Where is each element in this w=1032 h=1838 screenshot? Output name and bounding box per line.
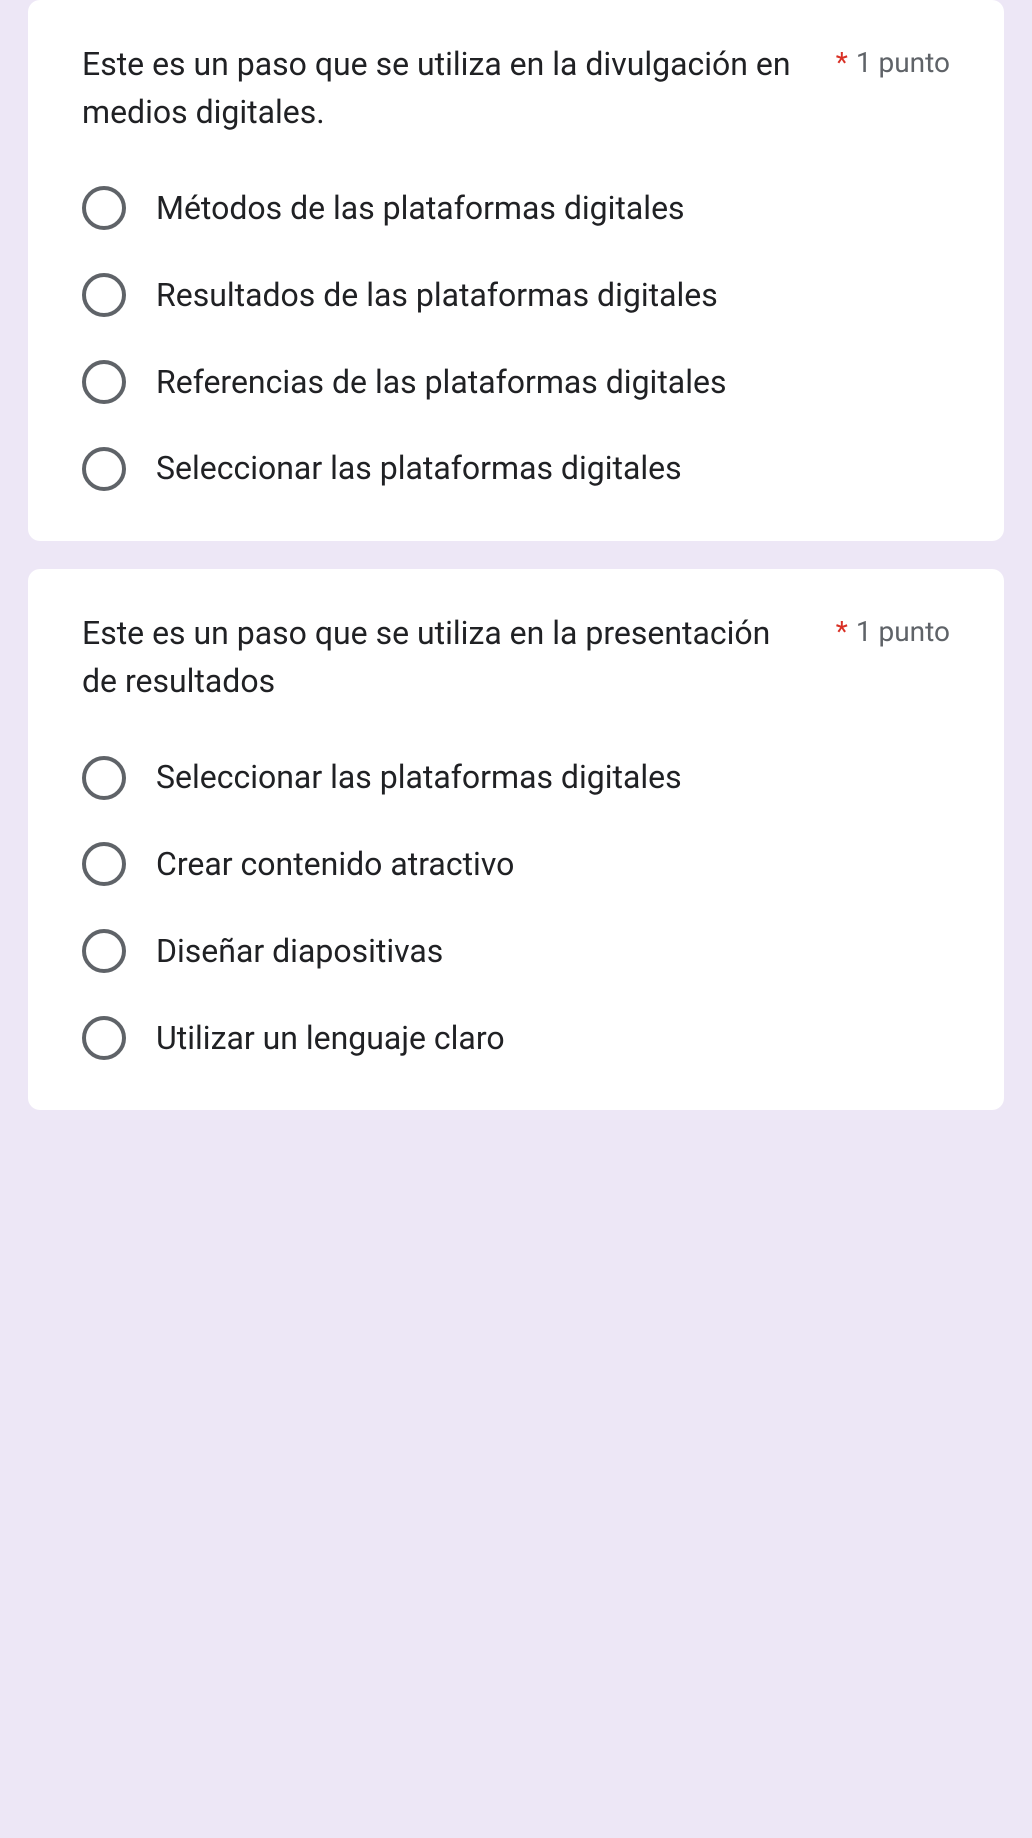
radio-button-icon[interactable]: [82, 756, 126, 800]
option-row[interactable]: Crear contenido atractivo: [82, 842, 950, 887]
required-asterisk: *: [836, 615, 848, 648]
option-label: Utilizar un lenguaje claro: [156, 1016, 505, 1061]
option-row[interactable]: Utilizar un lenguaje claro: [82, 1016, 950, 1061]
option-label: Seleccionar las plataformas digitales: [156, 446, 682, 491]
option-row[interactable]: Diseñar diapositivas: [82, 929, 950, 974]
option-label: Métodos de las plataformas digitales: [156, 186, 685, 231]
radio-button-icon[interactable]: [82, 1016, 126, 1060]
option-row[interactable]: Resultados de las plataformas digitales: [82, 273, 950, 318]
option-label: Crear contenido atractivo: [156, 842, 514, 887]
points-wrapper: * 1 punto: [836, 40, 950, 79]
option-row[interactable]: Seleccionar las plataformas digitales: [82, 446, 950, 491]
option-row[interactable]: Métodos de las plataformas digitales: [82, 186, 950, 231]
points-label: 1 punto: [856, 46, 950, 79]
points-label: 1 punto: [856, 615, 950, 648]
question-header: Este es un paso que se utiliza en la pre…: [82, 609, 950, 705]
option-label: Diseñar diapositivas: [156, 929, 443, 974]
question-header: Este es un paso que se utiliza en la div…: [82, 40, 950, 136]
question-title: Este es un paso que se utiliza en la pre…: [82, 609, 836, 705]
points-wrapper: * 1 punto: [836, 609, 950, 648]
radio-button-icon[interactable]: [82, 929, 126, 973]
option-label: Referencias de las plataformas digitales: [156, 360, 726, 405]
radio-button-icon[interactable]: [82, 273, 126, 317]
option-row[interactable]: Seleccionar las plataformas digitales: [82, 755, 950, 800]
option-label: Seleccionar las plataformas digitales: [156, 755, 682, 800]
option-label: Resultados de las plataformas digitales: [156, 273, 718, 318]
question-card-2: Este es un paso que se utiliza en la pre…: [28, 569, 1004, 1110]
question-card-1: Este es un paso que se utiliza en la div…: [28, 0, 1004, 541]
radio-button-icon[interactable]: [82, 360, 126, 404]
radio-button-icon[interactable]: [82, 186, 126, 230]
option-row[interactable]: Referencias de las plataformas digitales: [82, 360, 950, 405]
radio-button-icon[interactable]: [82, 842, 126, 886]
radio-button-icon[interactable]: [82, 447, 126, 491]
question-title: Este es un paso que se utiliza en la div…: [82, 40, 836, 136]
required-asterisk: *: [836, 46, 848, 79]
